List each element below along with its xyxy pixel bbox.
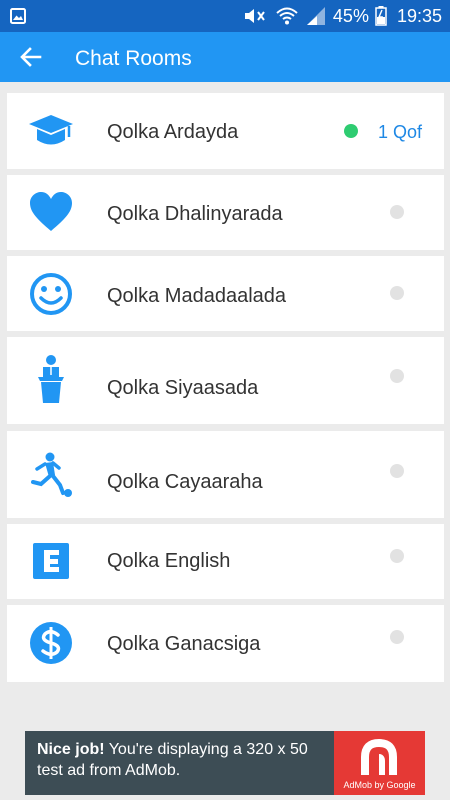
admob-logo: AdMob by Google: [334, 731, 425, 795]
room-english[interactable]: Qolka English: [7, 524, 444, 599]
battery-icon: [375, 6, 387, 26]
member-count: 1 Qof: [378, 122, 423, 142]
offline-status-dot: [390, 205, 404, 219]
graduation-cap-icon: [27, 107, 75, 155]
heart-icon: [27, 188, 75, 236]
mute-icon: [244, 9, 265, 23]
room-name: Qolka Dhalinyarada: [107, 203, 283, 225]
ad-banner[interactable]: Nice job! You're displaying a 320 x 50 t…: [25, 731, 425, 795]
room-ganacsiga[interactable]: Qolka Ganacsiga: [7, 605, 444, 682]
signal-icon: [306, 7, 325, 25]
ad-text: Nice job! You're displaying a 320 x 50 t…: [37, 739, 337, 781]
room-name: Qolka Cayaaraha: [107, 471, 263, 493]
wifi-icon: [276, 7, 298, 25]
room-name: Qolka English: [107, 550, 231, 572]
room-ardayda[interactable]: Qolka Ardayda 1 Qof: [7, 93, 444, 169]
app-bar: Chat Rooms: [0, 32, 450, 82]
room-name: Qolka Siyaasada: [107, 377, 259, 399]
room-name: Qolka Ganacsiga: [107, 633, 261, 655]
ad-bold-text: Nice job!: [37, 741, 105, 758]
room-madadaalada[interactable]: Qolka Madadaalada: [7, 256, 444, 331]
arrow-left-icon[interactable]: [18, 44, 44, 70]
offline-status-dot: [390, 549, 404, 563]
offline-status-dot: [390, 286, 404, 300]
image-icon: [10, 8, 26, 24]
room-dhalinyarada[interactable]: Qolka Dhalinyarada: [7, 175, 444, 250]
podium-speaker-icon: [27, 355, 75, 403]
offline-status-dot: [390, 369, 404, 383]
dollar-icon: [27, 619, 75, 667]
room-cayaaraha[interactable]: Qolka Cayaaraha: [7, 431, 444, 518]
soccer-player-icon: [27, 451, 75, 499]
page-title: Chat Rooms: [75, 47, 192, 70]
smiley-icon: [27, 270, 75, 318]
battery-percent: 45%: [332, 5, 369, 26]
offline-status-dot: [390, 630, 404, 644]
room-siyaasada[interactable]: Qolka Siyaasada: [7, 337, 444, 424]
admob-brand: AdMob by Google: [343, 780, 416, 790]
offline-status-dot: [390, 464, 404, 478]
room-name: Qolka Madadaalada: [107, 285, 287, 307]
room-name: Qolka Ardayda: [107, 121, 239, 143]
status-bar: 45% 19:35: [0, 0, 450, 32]
admob-icon: [361, 738, 397, 775]
clock: 19:35: [396, 5, 442, 26]
letter-e-icon: [27, 537, 75, 585]
online-status-dot: [344, 124, 358, 138]
